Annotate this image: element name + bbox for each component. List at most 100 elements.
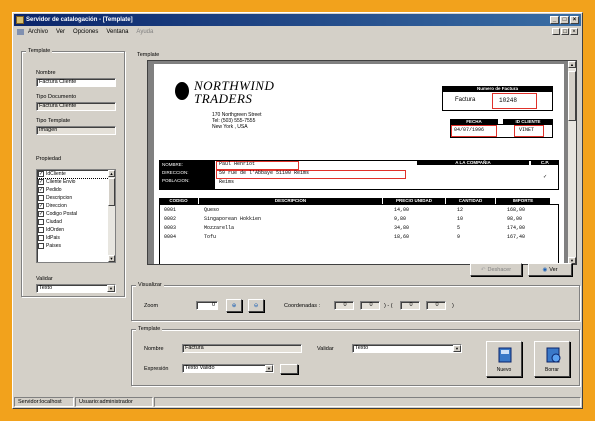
tipo-template-label: Tipo Template: [36, 118, 71, 124]
view-icon: ◉: [542, 266, 548, 273]
direccion-cust-label: DIRECCION:: [162, 170, 189, 175]
close-button[interactable]: ×: [570, 16, 579, 24]
checkbox[interactable]: [38, 235, 44, 241]
table-cell: 0003: [164, 225, 177, 231]
propiedad-label: IdCliente: [46, 171, 66, 177]
validar-label: Validar: [36, 276, 53, 282]
checkbox[interactable]: ✓: [38, 179, 44, 185]
checkbox[interactable]: [38, 219, 44, 225]
propiedad-item[interactable]: Ciudad: [37, 218, 115, 226]
chevron-down-icon[interactable]: ▼: [107, 285, 115, 292]
bottom-validar-label: Validar: [317, 346, 334, 352]
zoom-in-icon: ⊕: [231, 302, 237, 309]
invoice-page: NORTHWIND TRADERS 170 Northgreen Street …: [154, 64, 564, 264]
propiedad-item[interactable]: Descripcion: [37, 194, 115, 202]
propiedad-item[interactable]: IdOrden: [37, 226, 115, 234]
nombre-cust-label: NOMBRE:: [162, 162, 184, 167]
fecha-value: 04/07/1996: [454, 127, 485, 133]
template-edit-group: Template Nombre Factura Validar Texto ▼ …: [131, 326, 580, 386]
scroll-up-button[interactable]: ▲: [108, 170, 115, 177]
checkbox[interactable]: ✓: [38, 171, 44, 177]
preview-scroll-thumb[interactable]: [568, 71, 576, 121]
visualizar-title: Visualizar: [136, 282, 164, 289]
table-cell: Tofu: [204, 234, 217, 240]
nuevo-button[interactable]: Nuevo: [486, 341, 522, 377]
tipo-documento-field: Factura Cliente: [36, 102, 116, 111]
minimize-button[interactable]: _: [550, 16, 559, 24]
validar-combo[interactable]: Texto ▼: [36, 284, 116, 293]
coordenadas-label: Coordenadas :: [284, 303, 321, 309]
status-server: Servidor:localhost: [14, 397, 74, 407]
checkbox[interactable]: [38, 195, 44, 201]
child-minimize-button[interactable]: _: [552, 28, 560, 35]
propiedad-label: IdPais: [46, 235, 60, 241]
borrar-button[interactable]: Borrar: [534, 341, 570, 377]
propiedad-item[interactable]: ✓ Codigo Postal: [37, 210, 115, 218]
nombre-field[interactable]: Factura Cliente: [36, 78, 116, 87]
preview-scrollbar[interactable]: ▲ ▼: [568, 61, 576, 264]
deshacer-button[interactable]: ↶ Deshacer: [470, 263, 522, 276]
table-cell: Singaporean Hokkien: [204, 216, 262, 222]
scroll-down-button[interactable]: ▼: [108, 255, 115, 262]
poblacion-cust-label: POBLACION:: [162, 178, 190, 183]
nombre-label: Nombre: [36, 70, 56, 76]
maximize-button[interactable]: □: [560, 16, 569, 24]
preview-scroll-up[interactable]: ▲: [568, 61, 576, 68]
child-restore-button[interactable]: □: [561, 28, 569, 35]
compania-header: A LA COMPAÑIA: [417, 160, 529, 165]
zoom-in-button[interactable]: ⊕: [226, 299, 242, 312]
propiedad-item[interactable]: IdPais: [37, 234, 115, 242]
table-cell: 9: [457, 234, 461, 240]
zoom-label: Zoom: [144, 303, 159, 309]
status-user: Usuario:administrador: [75, 397, 153, 407]
menu-bar: Archivo Ver Opciones Ventana Ayuda _ □ ×: [14, 27, 581, 37]
ver-button[interactable]: ◉ Ver: [528, 263, 572, 276]
propiedades-list[interactable]: ✓ IdCliente ✓ Cliente Envio ✓ Pedido Descripci…: [36, 169, 116, 263]
chevron-down-icon[interactable]: ▼: [265, 365, 273, 372]
undo-icon: ↶: [480, 266, 486, 273]
checkbox[interactable]: ✓: [38, 203, 44, 209]
group-title: Template: [26, 48, 53, 55]
chevron-down-icon[interactable]: ▼: [453, 345, 461, 352]
checkbox[interactable]: ✓: [38, 187, 44, 193]
factura-number: 10248: [499, 97, 518, 104]
menu-item-ayuda[interactable]: Ayuda: [136, 27, 153, 37]
checkbox[interactable]: ✓: [38, 211, 44, 217]
table-cell: 0001: [164, 207, 177, 213]
propiedad-item[interactable]: ✓ Direccion: [37, 202, 115, 210]
list-scrollbar[interactable]: ▲ ▼: [108, 170, 115, 262]
expresion-label: Expresión: [144, 366, 169, 372]
document-icon: [17, 29, 24, 35]
zoom-out-icon: ⊖: [253, 302, 259, 309]
zoom-out-button[interactable]: ⊖: [248, 299, 264, 312]
table-cell: 0004: [164, 234, 177, 240]
expresion-value: Texto Valido: [185, 365, 215, 371]
scroll-thumb[interactable]: [108, 178, 115, 206]
menu-item-archivo[interactable]: Archivo: [28, 27, 48, 37]
propiedad-label: Descripcion: [46, 195, 73, 201]
company-address: 170 Northgreen Street Tel: (503) 555-755…: [212, 112, 262, 130]
bottom-validar-combo[interactable]: Texto ▼: [352, 344, 462, 353]
menu-item-opciones[interactable]: Opciones: [73, 27, 98, 37]
expresion-browse-button[interactable]: [280, 364, 298, 374]
idcliente-value: VINET: [519, 127, 535, 133]
new-document-icon: [498, 347, 512, 363]
checkbox[interactable]: [38, 227, 44, 233]
checkbox[interactable]: [38, 243, 44, 249]
coord-y2: 0: [426, 301, 446, 310]
document-preview[interactable]: NORTHWIND TRADERS 170 Northgreen Street …: [147, 60, 577, 265]
propiedad-item[interactable]: ✓ Cliente Envio: [37, 178, 115, 186]
zoom-field[interactable]: 0: [196, 301, 218, 310]
expresion-combo[interactable]: Texto Valido ▼: [182, 364, 274, 373]
menu-item-ver[interactable]: Ver: [56, 27, 65, 37]
coord-x2: 0: [400, 301, 420, 310]
propiedad-item[interactable]: ✓ IdCliente: [37, 170, 115, 179]
child-close-button[interactable]: ×: [570, 28, 578, 35]
propiedad-item[interactable]: Paises: [37, 242, 115, 250]
coord-close: ): [452, 303, 454, 309]
propiedad-label: Propiedad: [36, 156, 62, 162]
table-cell: 10: [457, 216, 464, 222]
direccion-cust-value: 59 rue de l'Abbaye 51100 Reims: [219, 170, 310, 176]
propiedad-item[interactable]: ✓ Pedido: [37, 186, 115, 194]
menu-item-ventana[interactable]: Ventana: [106, 27, 128, 37]
